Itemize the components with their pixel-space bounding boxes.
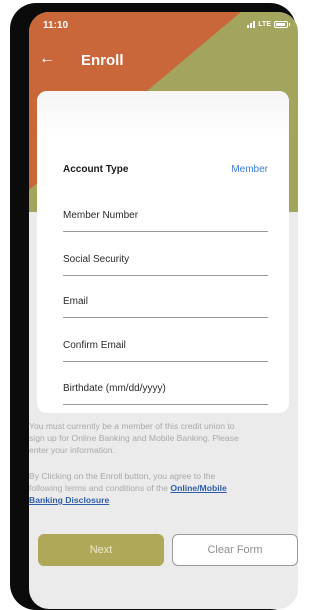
card-fade — [37, 91, 289, 139]
battery-icon — [274, 20, 290, 28]
account-type-label: Account Type — [63, 164, 129, 175]
signal-icon — [247, 20, 256, 28]
terms-note-line: Banking Disclosure — [29, 494, 298, 506]
email-placeholder: Email — [63, 296, 89, 307]
network-label: LTE — [258, 20, 271, 28]
membership-note-line: You must currently be a member of this c… — [29, 421, 235, 431]
confirm-email-field[interactable]: Confirm Email — [63, 340, 268, 362]
status-time: 11:10 — [43, 20, 69, 31]
member-number-field[interactable]: Member Number — [63, 210, 268, 232]
enroll-form-card — [37, 91, 289, 413]
social-security-field[interactable]: Social Security — [63, 254, 268, 276]
birthdate-field[interactable]: Birthdate (mm/dd/yyyy) — [63, 383, 268, 405]
membership-note: You must currently be a member of this c… — [29, 420, 298, 456]
account-type-select[interactable]: Member — [231, 164, 268, 175]
clear-form-button[interactable]: Clear Form — [172, 534, 298, 566]
member-number-placeholder: Member Number — [63, 210, 139, 221]
status-indicators: LTE — [247, 20, 290, 28]
birthdate-placeholder: Birthdate (mm/dd/yyyy) — [63, 383, 166, 394]
email-field[interactable]: Email — [63, 296, 268, 318]
confirm-email-placeholder: Confirm Email — [63, 340, 126, 351]
membership-note-line: sign up for Online Banking and Mobile Ba… — [29, 433, 239, 443]
nav-bar: ← Enroll — [29, 48, 298, 74]
social-security-placeholder: Social Security — [63, 254, 130, 265]
next-button[interactable]: Next — [38, 534, 164, 566]
disclosure-link[interactable]: Online/Mobile — [170, 483, 226, 493]
status-bar: 11:10 LTE — [29, 12, 298, 38]
terms-note: By Clicking on the Enroll button, you ag… — [29, 470, 298, 506]
page-title: Enroll — [81, 52, 124, 69]
disclosure-link-continued[interactable]: Banking Disclosure — [29, 495, 109, 505]
terms-note-line: following terms and conditions of the On… — [29, 482, 298, 494]
app-screen: 11:10 LTE ← Enroll Account Type Member M… — [29, 12, 298, 609]
phone-frame: 11:10 LTE ← Enroll Account Type Member M… — [10, 3, 298, 610]
terms-note-line: By Clicking on the Enroll button, you ag… — [29, 471, 216, 481]
membership-note-line: enter your information. — [29, 445, 115, 455]
arrow-left-icon[interactable]: ← — [39, 50, 59, 70]
terms-note-text: following terms and conditions of the — [29, 483, 171, 493]
